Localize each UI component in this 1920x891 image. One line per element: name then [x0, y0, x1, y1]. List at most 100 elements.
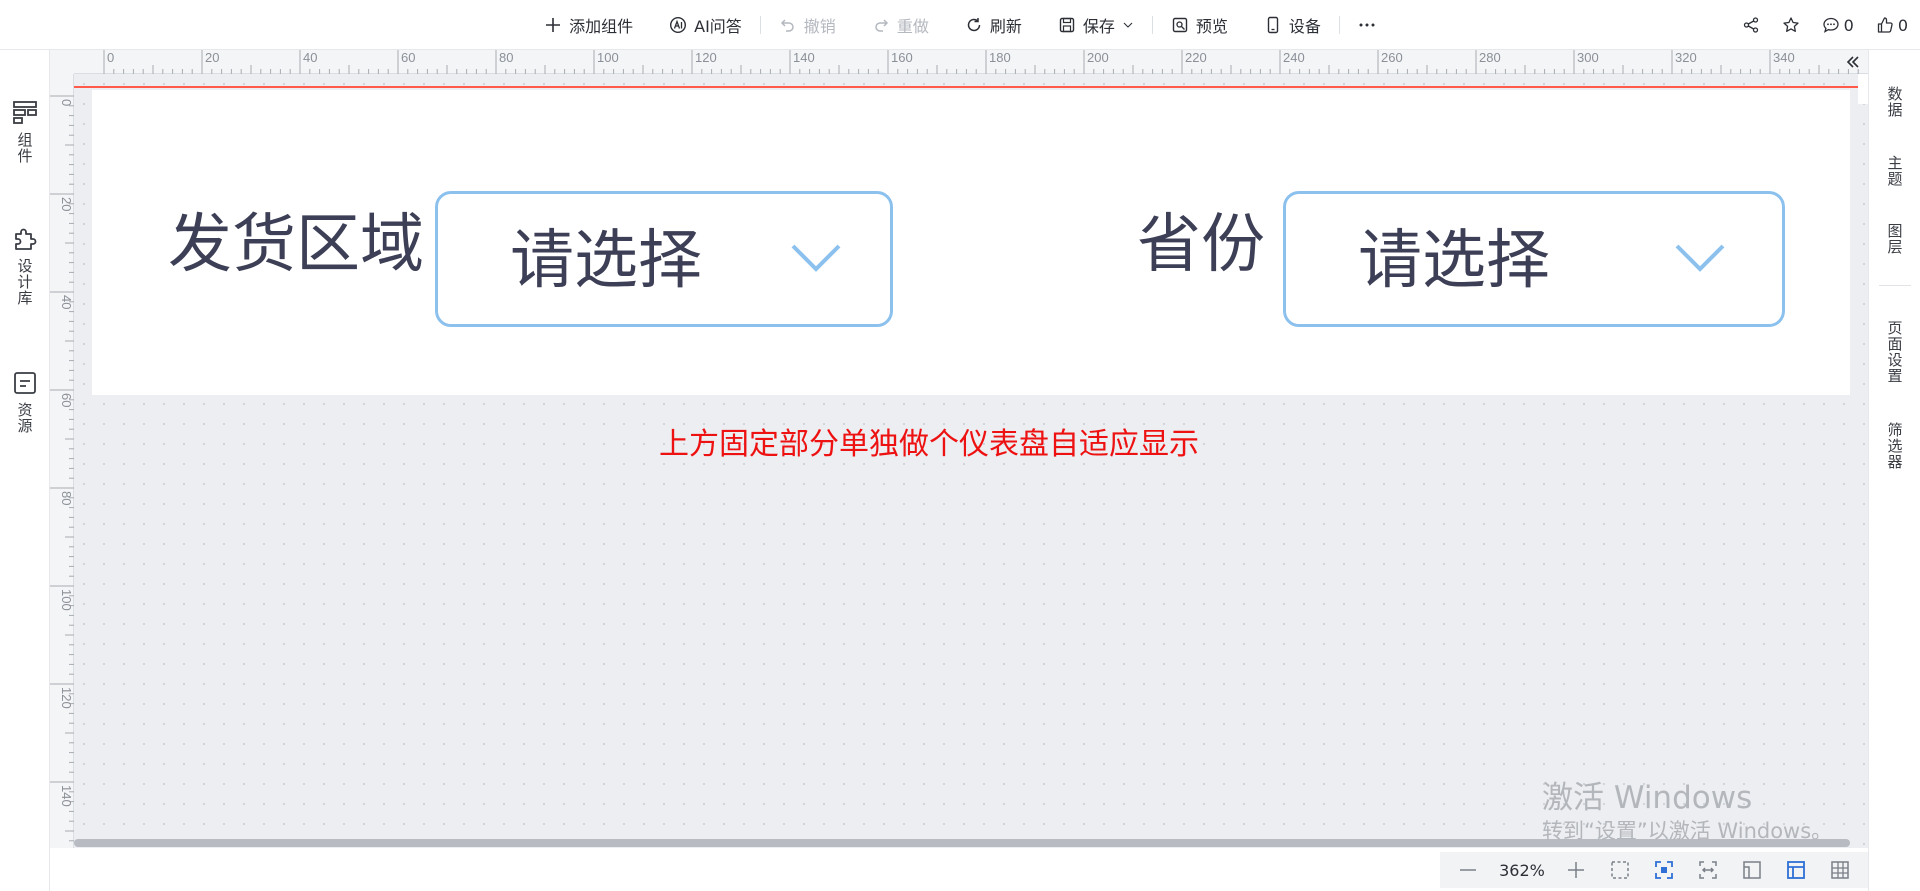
ruler-label: 200 — [1087, 50, 1109, 65]
filter-label-province: 省份 — [1137, 208, 1265, 282]
chevron-down-icon — [1123, 22, 1133, 28]
ruler-label: 300 — [1577, 50, 1599, 65]
filter-panel[interactable]: 发货区域 请选择 省份 请选择 — [92, 90, 1850, 395]
share-icon — [1743, 17, 1758, 33]
region-select[interactable]: 请选择 — [435, 191, 893, 327]
comment-icon — [1822, 17, 1839, 33]
sidebar-item-design-library[interactable]: 设计库 — [0, 226, 50, 306]
region-select-placeholder: 请选择 — [510, 224, 702, 298]
star-icon — [1782, 17, 1799, 32]
thumbs-up-icon — [1877, 17, 1893, 33]
device-label: 设备 — [1288, 17, 1321, 36]
resource-icon — [14, 372, 36, 394]
ruler-label: 280 — [1479, 50, 1501, 65]
ruler-horizontal-ticks: 0 20 40 60 80 100 120 140 160 180 200 220 240 260 280 3… — [103, 50, 1859, 74]
more-icon — [1359, 23, 1375, 27]
ruler-label: 40 — [303, 50, 317, 65]
zoom-in-button[interactable] — [1556, 854, 1596, 886]
fit-width-icon — [1699, 861, 1717, 879]
favorite-button[interactable] — [1782, 16, 1800, 34]
layout-grid-button[interactable] — [1820, 854, 1860, 886]
sidebar-item-label: 筛选器 — [1887, 421, 1903, 471]
sidebar-item-theme[interactable]: 主题 — [1869, 155, 1920, 187]
ruler-label: 120 — [695, 50, 717, 65]
more-button[interactable] — [1340, 0, 1394, 50]
focus-icon — [1655, 861, 1673, 879]
undo-label: 撤销 — [803, 17, 836, 36]
device-button[interactable]: 设备 — [1246, 0, 1339, 50]
province-select[interactable]: 请选择 — [1283, 191, 1785, 327]
ruler-label: 100 — [597, 50, 619, 65]
ruler-horizontal: 0 20 40 60 80 100 120 140 160 180 200 220 240 260 280 3… — [50, 50, 1868, 74]
zoom-out-button[interactable] — [1448, 854, 1488, 886]
sidebar-divider — [1879, 285, 1911, 286]
sidebar-item-label: 主题 — [1887, 154, 1903, 188]
sidebar-item-resources[interactable]: 资源 — [0, 370, 50, 434]
activation-watermark-subtitle: 转到“设置”以激活 Windows。 — [1542, 819, 1833, 843]
ruler-label: 100 — [59, 589, 74, 611]
ruler-label: 40 — [59, 295, 74, 309]
sidebar-item-data[interactable]: 数据 — [1869, 86, 1920, 118]
sidebar-item-label: 设计库 — [17, 257, 33, 307]
save-button[interactable]: 保存 — [1040, 0, 1152, 50]
redo-button[interactable]: 重做 — [854, 0, 947, 50]
ai-icon — [670, 16, 687, 34]
puzzle-icon — [15, 228, 37, 250]
minus-icon — [1460, 869, 1476, 871]
refresh-label: 刷新 — [989, 17, 1022, 36]
chevron-down-icon — [791, 244, 841, 272]
double-chevron-left-icon — [1846, 56, 1859, 68]
sidebar-item-label: 资源 — [17, 401, 33, 435]
activation-watermark-title: 激活 Windows — [1542, 780, 1753, 816]
preview-button[interactable]: 预览 — [1153, 0, 1246, 50]
ruler-label: 120 — [59, 687, 74, 709]
comment-button[interactable]: 0 — [1822, 16, 1854, 35]
design-canvas[interactable]: 发货区域 请选择 省份 请选择 上方固定部分单独做个仪表盘自适应显示 — [74, 74, 1868, 848]
ai-qa-button[interactable]: AI问答 — [651, 0, 760, 50]
sidebar-item-page-settings[interactable]: 页面设置 — [1869, 320, 1920, 384]
undo-button[interactable]: 撤销 — [761, 0, 854, 50]
vertical-scrollbar[interactable] — [1858, 74, 1868, 104]
layout-single-button[interactable] — [1732, 854, 1772, 886]
collapse-panel-button[interactable] — [1840, 50, 1866, 74]
chevron-down-icon — [1675, 244, 1725, 272]
ruler-label: 340 — [1773, 50, 1795, 65]
redo-label: 重做 — [896, 17, 929, 36]
toolbar-actions: 添加组件 AI问答 撤销 重做 刷新 保存 预览 设备 — [0, 0, 1920, 50]
ruler-vertical: 0 20 40 60 80 100 120 140 — [50, 74, 74, 848]
fit-selection-button[interactable] — [1600, 854, 1640, 886]
guide-line — [74, 86, 1868, 88]
sidebar-item-label: 页面设置 — [1887, 319, 1903, 385]
undo-icon — [780, 19, 794, 32]
sidebar-item-components[interactable]: 组件 — [0, 100, 50, 164]
ruler-label: 160 — [891, 50, 913, 65]
top-toolbar: 添加组件 AI问答 撤销 重做 刷新 保存 预览 设备 0 0 — [0, 0, 1920, 50]
layout-split-button[interactable] — [1776, 854, 1816, 886]
toolbar-social: 0 0 — [1742, 0, 1908, 50]
layout-sidebar-icon — [1787, 861, 1805, 879]
ruler-label: 140 — [59, 785, 74, 807]
preview-label: 预览 — [1195, 17, 1228, 36]
right-sidebar: 数据 主题 图层 页面设置 筛选器 — [1868, 50, 1920, 891]
layout-corner-icon — [1743, 861, 1761, 879]
phone-icon — [1267, 16, 1279, 34]
zoom-controls: 362% — [1440, 852, 1868, 888]
add-component-button[interactable]: 添加组件 — [526, 0, 651, 50]
ai-qa-label: AI问答 — [694, 17, 742, 36]
ruler-label: 80 — [499, 50, 513, 65]
like-count: 0 — [1897, 15, 1908, 35]
ruler-label: 60 — [401, 50, 415, 65]
share-button[interactable] — [1742, 16, 1760, 34]
left-sidebar: 组件 设计库 资源 — [0, 50, 50, 891]
fit-width-button[interactable] — [1688, 854, 1728, 886]
like-button[interactable]: 0 — [1876, 16, 1908, 35]
fit-screen-button[interactable] — [1644, 854, 1684, 886]
comment-count: 0 — [1843, 15, 1854, 35]
ruler-label: 60 — [59, 393, 74, 407]
ruler-label: 180 — [989, 50, 1011, 65]
plus-icon — [1568, 862, 1584, 878]
sidebar-item-filter[interactable]: 筛选器 — [1869, 422, 1920, 470]
refresh-button[interactable]: 刷新 — [947, 0, 1040, 50]
sidebar-item-layers[interactable]: 图层 — [1869, 223, 1920, 255]
ruler-label: 140 — [793, 50, 815, 65]
